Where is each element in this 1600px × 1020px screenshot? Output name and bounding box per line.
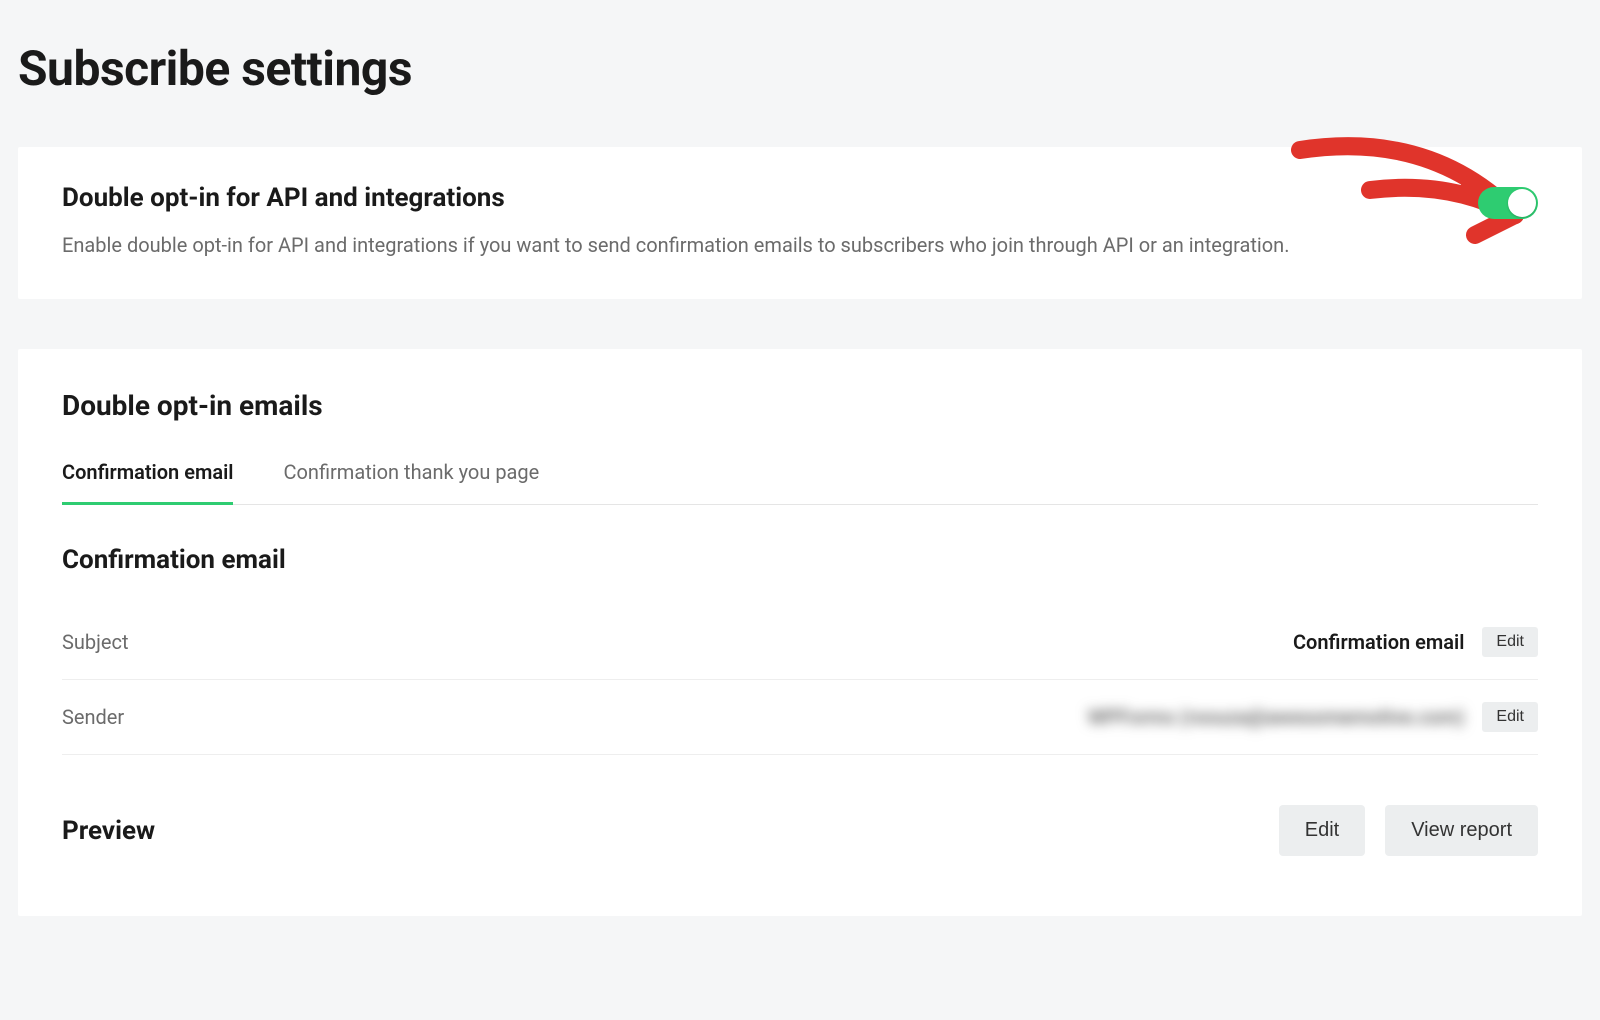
tab-thank-you-page[interactable]: Confirmation thank you page	[283, 460, 539, 504]
opt-in-card: Double opt-in for API and integrations E…	[18, 147, 1582, 299]
email-tabs: Confirmation email Confirmation thank yo…	[62, 460, 1538, 505]
opt-in-title: Double opt-in for API and integrations	[62, 183, 1290, 213]
confirmation-heading: Confirmation email	[62, 545, 1538, 575]
sender-row: Sender WPForms (rsouza@awesomemotive.com…	[62, 680, 1538, 755]
opt-in-description: Enable double opt-in for API and integra…	[62, 231, 1290, 259]
view-report-button[interactable]: View report	[1385, 805, 1538, 856]
sender-edit-button[interactable]: Edit	[1482, 702, 1538, 732]
tab-confirmation-email[interactable]: Confirmation email	[62, 460, 233, 505]
sender-label: Sender	[62, 705, 124, 729]
subject-label: Subject	[62, 630, 129, 654]
preview-heading: Preview	[62, 816, 155, 846]
subject-row: Subject Confirmation email Edit	[62, 605, 1538, 680]
toggle-knob	[1508, 189, 1536, 217]
emails-section-title: Double opt-in emails	[62, 389, 1538, 422]
emails-card: Double opt-in emails Confirmation email …	[18, 349, 1582, 916]
page-title: Subscribe settings	[18, 40, 1600, 97]
subject-value: Confirmation email	[1293, 630, 1464, 654]
opt-in-toggle[interactable]	[1478, 187, 1538, 219]
preview-edit-button[interactable]: Edit	[1279, 805, 1365, 856]
subject-edit-button[interactable]: Edit	[1482, 627, 1538, 657]
preview-row: Preview Edit View report	[62, 805, 1538, 856]
sender-value: WPForms (rsouza@awesomemotive.com)	[1088, 705, 1465, 729]
